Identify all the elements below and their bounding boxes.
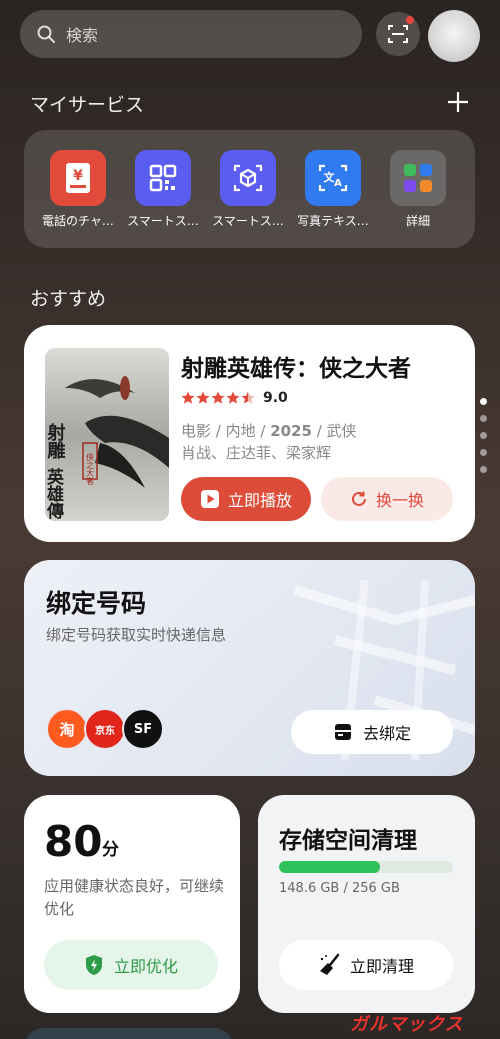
notification-dot (406, 16, 414, 24)
more-apps-icon (390, 150, 446, 206)
yen-receipt-icon: ¥ (50, 150, 106, 206)
health-score: 80 (44, 817, 103, 866)
storage-usage: 148.6 GB / 256 GB (279, 881, 400, 896)
storage-progress-fill (279, 861, 380, 873)
courier-logos: 淘 京东 SF (46, 708, 164, 750)
movie-poster[interactable]: 射雕 英雄傳 侠之大者 (45, 348, 169, 521)
health-score-unit: 分 (102, 840, 119, 860)
movie-meta-genre: 电影 / 内地 / 2025 / 武侠 (181, 422, 357, 440)
storage-cleanup-card[interactable]: 存储空间清理 148.6 GB / 256 GB 立即清理 (258, 795, 475, 1013)
bind-title: 绑定号码 (46, 589, 147, 618)
my-services-panel: ¥ 電話のチャ… スマートス… スマートス… 文A 写真テキス… 詳細 (24, 130, 475, 248)
translate-icon: 文A (305, 150, 361, 206)
sf-express-logo: SF (122, 708, 164, 750)
page-dot (480, 398, 487, 405)
optimize-label: 立即优化 (113, 957, 178, 976)
health-description: 应用健康状态良好，可继续优化 (44, 877, 225, 918)
watermark-logo: ガルマックス (350, 1014, 464, 1035)
storage-title: 存储空间清理 (279, 828, 417, 854)
svg-text:¥: ¥ (73, 168, 83, 184)
broom-icon (319, 953, 340, 975)
service-photo-text[interactable]: 文A 写真テキス… (292, 150, 374, 229)
movie-meta-cast: 肖战、庄达菲、梁家辉 (181, 444, 332, 462)
bind-number-card[interactable]: 绑定号码 绑定号码获取实时快递信息 淘 京东 SF 去绑定 (24, 560, 475, 776)
search-bar[interactable]: 検索 (20, 10, 362, 58)
package-icon (334, 724, 351, 740)
service-label: 電話のチャ… (42, 214, 114, 228)
star-rating-icon (181, 391, 255, 404)
play-icon (200, 490, 219, 508)
page-dot (480, 415, 487, 422)
page-dot (480, 466, 487, 473)
svg-text:A: A (334, 178, 342, 189)
play-now-label: 立即播放 (227, 491, 292, 510)
movie-title: 射雕英雄传：侠之大者 (181, 356, 411, 382)
next-card-peek (24, 1028, 234, 1039)
scan-box-icon (220, 150, 276, 206)
taobao-logo: 淘 (46, 708, 88, 750)
go-bind-label: 去绑定 (362, 724, 411, 743)
recommend-title: おすすめ (30, 288, 107, 310)
svg-text:射雕: 射雕 (45, 422, 67, 460)
service-label: スマートス… (127, 214, 199, 228)
shield-bolt-icon (85, 955, 102, 975)
jd-logo: 京东 (84, 708, 126, 750)
service-smart-scan-box[interactable]: スマートス… (207, 150, 289, 229)
svg-text:英雄傳: 英雄傳 (45, 467, 65, 520)
avatar[interactable] (428, 10, 480, 62)
qr-code-icon (135, 150, 191, 206)
page-dot (480, 432, 487, 439)
refresh-button[interactable]: 换一换 (321, 477, 453, 521)
movie-rating: 9.0 (263, 390, 288, 406)
refresh-label: 换一换 (375, 491, 424, 510)
play-now-button[interactable]: 立即播放 (181, 477, 311, 521)
page-indicator (480, 398, 487, 483)
refresh-icon (352, 491, 366, 506)
page-dot (480, 449, 487, 456)
service-label: 写真テキス… (297, 214, 369, 228)
bind-subtitle: 绑定号码获取实时快递信息 (46, 626, 227, 644)
service-label: 詳細 (405, 214, 430, 228)
add-icon[interactable] (444, 88, 472, 116)
service-label: スマートス… (212, 214, 284, 228)
scan-button[interactable] (376, 12, 420, 56)
service-smart-scan-qr[interactable]: スマートス… (122, 150, 204, 229)
clean-now-label: 立即清理 (349, 957, 414, 976)
clean-now-button[interactable]: 立即清理 (279, 940, 453, 990)
storage-progress-bar (279, 861, 453, 873)
health-score-card[interactable]: 80 分 应用健康状态良好，可继续优化 立即优化 (24, 795, 240, 1013)
optimize-button[interactable]: 立即优化 (44, 940, 218, 990)
rating-stars: 9.0 (181, 390, 288, 406)
search-icon (37, 25, 55, 43)
service-more[interactable]: 詳細 (377, 150, 459, 229)
scan-icon (388, 25, 408, 43)
search-placeholder: 検索 (66, 26, 99, 45)
service-phone-charge[interactable]: ¥ 電話のチャ… (37, 150, 119, 229)
svg-text:侠之大者: 侠之大者 (86, 452, 95, 486)
my-services-title: マイサービス (30, 94, 145, 116)
go-bind-button[interactable]: 去绑定 (291, 710, 453, 754)
movie-recommend-card[interactable]: 射雕 英雄傳 侠之大者 射雕英雄传：侠之大者 9.0 电影 / 内地 / 202… (24, 325, 475, 542)
